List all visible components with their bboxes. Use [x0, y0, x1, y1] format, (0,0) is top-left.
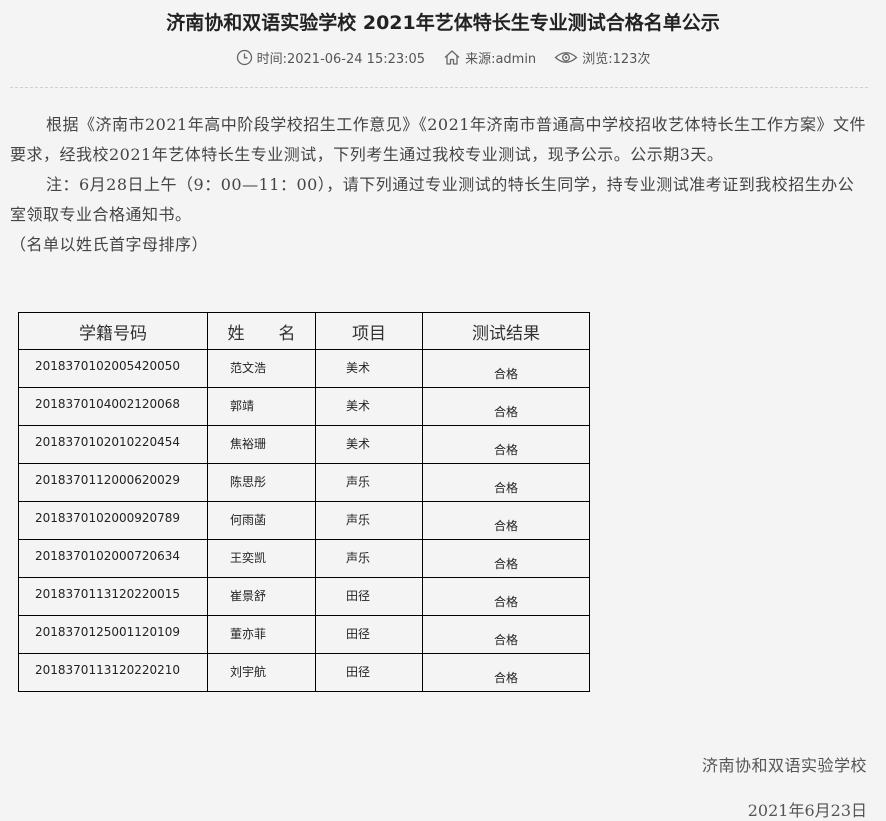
table-row: 2018370112000620029 陈思彤 声乐 合格	[18, 463, 590, 502]
result-cell: 合格	[422, 463, 590, 502]
divider	[10, 87, 868, 88]
item-cell: 声乐	[315, 463, 423, 502]
result-cell: 合格	[422, 539, 590, 578]
source: 来源:admin	[443, 48, 536, 67]
signature-date: 2021年6月23日	[747, 801, 867, 820]
name-cell: 郭靖	[207, 387, 316, 426]
name-cell: 陈思彤	[207, 463, 316, 502]
item-cell: 声乐	[315, 501, 423, 540]
item-cell: 田径	[315, 653, 423, 692]
table-row: 2018370104002120068 郭靖 美术 合格	[18, 387, 590, 426]
item-cell: 声乐	[315, 539, 423, 578]
student-id-cell: 2018370104002120068	[18, 387, 208, 426]
header-item: 项目	[315, 312, 423, 350]
table-row: 2018370102000920789 何雨菡 声乐 合格	[18, 501, 590, 540]
table-row: 2018370102005420050 范文浩 美术 合格	[18, 349, 590, 388]
student-id-cell: 2018370113120220210	[18, 653, 208, 692]
publish-time: 时间:2021-06-24 15:23:05	[236, 48, 425, 67]
name-cell: 何雨菡	[207, 501, 316, 540]
publish-time-text: 时间:2021-06-24 15:23:05	[256, 52, 426, 67]
name-cell: 董亦菲	[207, 615, 316, 654]
student-id-cell: 2018370125001120109	[18, 615, 208, 654]
table-header-row: 学籍号码 姓 名 项目 测试结果	[18, 312, 590, 350]
student-id-cell: 2018370102000920789	[18, 501, 208, 540]
student-id-cell: 2018370102005420050	[18, 349, 208, 388]
header-name: 姓 名	[207, 312, 316, 350]
home-icon	[443, 49, 461, 66]
paragraph-requirement: 根据《济南市2021年高中阶段学校招生工作意见》《2021年济南市普通高中学校招…	[10, 115, 866, 164]
sort-note: （名单以姓氏首字母排序）	[10, 235, 209, 254]
item-cell: 美术	[315, 425, 423, 464]
student-id-cell: 2018370102000720634	[18, 539, 208, 578]
name-cell: 王奕凯	[207, 539, 316, 578]
item-cell: 田径	[315, 615, 423, 654]
name-cell: 刘宇航	[207, 653, 316, 692]
signature-school: 济南协和双语实验学校	[701, 756, 867, 775]
result-cell: 合格	[422, 387, 590, 426]
article-body: 根据《济南市2021年高中阶段学校招生工作意见》《2021年济南市普通高中学校招…	[10, 110, 870, 256]
source-text: 来源:admin	[465, 52, 537, 67]
clock-icon	[236, 49, 253, 66]
name-cell: 范文浩	[207, 349, 316, 388]
table-row: 2018370113120220210 刘宇航 田径 合格	[18, 653, 590, 692]
table-row: 2018370102010220454 焦裕珊 美术 合格	[18, 425, 590, 464]
table-row: 2018370113120220015 崔景舒 田径 合格	[18, 577, 590, 616]
paragraph-note: 注：6月28日上午（9：00—11：00），请下列通过专业测试的特长生同学，持专…	[10, 175, 855, 224]
views-text: 浏览:123次	[582, 52, 651, 67]
result-cell: 合格	[422, 577, 590, 616]
item-cell: 田径	[315, 577, 423, 616]
result-cell: 合格	[422, 501, 590, 540]
student-id-cell: 2018370102010220454	[18, 425, 208, 464]
result-cell: 合格	[422, 653, 590, 692]
result-cell: 合格	[422, 425, 590, 464]
result-cell: 合格	[422, 615, 590, 654]
student-id-cell: 2018370113120220015	[18, 577, 208, 616]
views: 浏览:123次	[554, 48, 650, 67]
name-cell: 焦裕珊	[207, 425, 316, 464]
result-cell: 合格	[422, 349, 590, 388]
header-student-id: 学籍号码	[18, 312, 208, 350]
item-cell: 美术	[315, 349, 423, 388]
article-title: 济南协和双语实验学校 2021年艺体特长生专业测试合格名单公示	[166, 12, 720, 34]
table-row: 2018370125001120109 董亦菲 田径 合格	[18, 615, 590, 654]
item-cell: 美术	[315, 387, 423, 426]
article-meta: 时间:2021-06-24 15:23:05 来源:admin 浏览:123次	[0, 48, 886, 67]
name-cell: 崔景舒	[207, 577, 316, 616]
result-table: 学籍号码 姓 名 项目 测试结果 2018370102005420050 范文浩…	[18, 312, 590, 692]
table-row: 2018370102000720634 王奕凯 声乐 合格	[18, 539, 590, 578]
eye-icon	[554, 49, 578, 66]
header-result: 测试结果	[422, 312, 590, 350]
student-id-cell: 2018370112000620029	[18, 463, 208, 502]
